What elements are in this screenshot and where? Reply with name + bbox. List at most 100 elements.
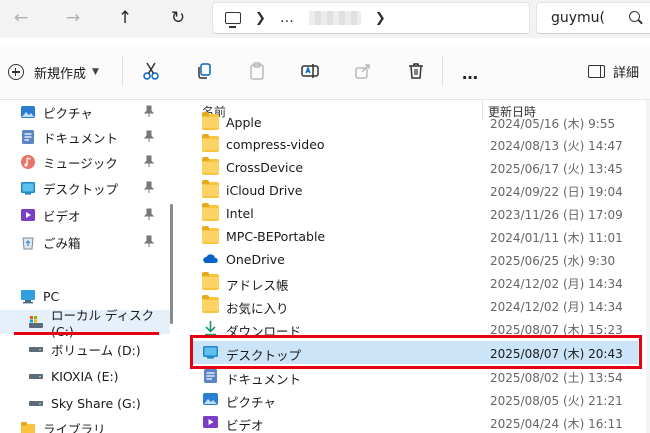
file-row-address-book[interactable]: アドレス帳 2024/12/02 (月) 14:34 [190, 271, 638, 294]
folder-icon [202, 157, 219, 175]
file-date: 2024/05/16 (木) 9:55 [490, 117, 616, 131]
sidebar-item-label: ミュージック [43, 155, 118, 171]
file-row-apple[interactable]: Apple 2024/05/16 (木) 9:55 [190, 111, 638, 134]
file-date: 2025/08/05 (火) 21:21 [490, 394, 623, 408]
copy-icon[interactable] [193, 60, 215, 82]
address-bar[interactable]: ❯ … ❯ [212, 2, 530, 34]
downloads-icon [205, 321, 216, 336]
music-icon [21, 155, 35, 169]
plus-circle-icon [8, 64, 24, 80]
file-row-crossdevice[interactable]: CrossDevice 2025/06/17 (火) 13:45 [190, 156, 638, 179]
folder-icon [202, 180, 219, 198]
up-arrow-icon[interactable]: ↑ [110, 4, 140, 32]
pc-icon [21, 290, 35, 304]
cut-icon[interactable] [140, 60, 162, 82]
chevron-right-icon[interactable]: ❯ [375, 11, 386, 26]
sidebar-item-music[interactable]: ミュージック [0, 150, 170, 174]
file-name: Apple [226, 115, 262, 130]
delete-icon[interactable] [405, 60, 427, 82]
file-name: compress-video [226, 137, 325, 152]
file-row-favorites[interactable]: お気に入り 2024/12/02 (月) 14:34 [190, 294, 638, 317]
more-options-icon[interactable]: … [462, 64, 479, 83]
back-arrow-icon[interactable]: ← [6, 4, 36, 32]
file-list-scrollbar[interactable] [646, 100, 650, 433]
file-row-compress-video[interactable]: compress-video 2024/08/13 (火) 14:47 [190, 133, 638, 156]
local-disk-icon [29, 316, 43, 328]
sidebar-item-label: KIOXIA (E:) [51, 368, 119, 384]
pin-icon[interactable] [144, 130, 154, 142]
redacted-breadcrumb [308, 11, 361, 25]
sidebar-item-recycle-bin[interactable]: ごみ箱 [0, 230, 170, 254]
file-name: MPC-BEPortable [226, 229, 326, 244]
search-box[interactable]: guymu( [536, 2, 650, 34]
drive-icon [29, 374, 43, 379]
pin-icon[interactable] [144, 155, 154, 167]
pin-icon[interactable] [144, 105, 154, 117]
search-input[interactable]: guymu( [551, 10, 605, 26]
sidebar-item-pictures[interactable]: ピクチャ [0, 100, 170, 124]
file-date: 2024/12/02 (月) 14:34 [490, 300, 623, 314]
forward-arrow-icon[interactable]: → [58, 4, 88, 32]
search-icon[interactable] [629, 11, 640, 22]
sidebar-item-documents[interactable]: ドキュメント [0, 125, 170, 149]
pin-icon[interactable] [144, 235, 154, 247]
details-pane-button[interactable]: 詳細 [588, 60, 639, 82]
file-date: 2024/12/02 (月) 14:34 [490, 277, 623, 291]
toolbar-divider [442, 56, 443, 86]
rename-icon[interactable] [299, 60, 321, 82]
drive-icon [29, 401, 43, 406]
share-icon[interactable] [352, 60, 374, 82]
sidebar-item-label: ボリューム (D:) [51, 342, 141, 358]
file-row-icloud-drive[interactable]: iCloud Drive 2024/09/22 (日) 19:04 [190, 179, 638, 202]
sidebar-item-local-disk-c[interactable]: ローカル ディスク (C:) [0, 308, 170, 339]
file-row-mpc-beportable[interactable]: MPC-BEPortable 2024/01/11 (木) 11:01 [190, 225, 638, 248]
pictures-icon [203, 393, 218, 405]
file-date: 2025/04/24 (木) 16:11 [490, 417, 623, 431]
file-row-pictures[interactable]: ピクチャ 2025/08/05 (火) 21:21 [190, 388, 638, 411]
toolbar-divider [122, 56, 123, 86]
sidebar-item-videos[interactable]: ビデオ [0, 203, 170, 227]
file-name: ピクチャ [226, 395, 276, 410]
documents-icon [204, 369, 217, 383]
folder-icon [202, 112, 219, 130]
paste-icon[interactable] [246, 60, 268, 82]
new-button[interactable]: 新規作成 ▼ [8, 60, 99, 84]
sidebar-item-kioxia-e[interactable]: KIOXIA (E:) [0, 364, 170, 388]
file-row-intel[interactable]: Intel 2023/11/26 (日) 17:09 [190, 202, 638, 225]
highlight-underline [14, 332, 159, 335]
desktop-icon [21, 182, 35, 195]
file-name: ビデオ [226, 418, 264, 433]
pin-icon[interactable] [144, 208, 154, 220]
breadcrumb-overflow[interactable]: … [280, 10, 295, 26]
navigation-pane: ピクチャ ドキュメント ミュージック デスクトップ ビデオ ごみ箱 PC ローカ… [0, 100, 178, 433]
file-date: 2024/01/11 (木) 11:01 [490, 231, 623, 245]
sidebar-item-library[interactable]: ライブラリ [0, 416, 170, 433]
folder-icon [202, 203, 219, 221]
pin-icon[interactable] [144, 181, 154, 193]
file-list: ⌃ 名前 更新日時 Apple 2024/05/16 (木) 9:55 comp… [178, 100, 650, 433]
file-row-onedrive[interactable]: OneDrive 2025/06/25 (水) 9:30 [190, 248, 638, 271]
sidebar-scrollbar[interactable] [170, 204, 173, 324]
file-date: 2024/08/13 (火) 14:47 [490, 139, 623, 153]
file-date: 2025/06/17 (火) 13:45 [490, 162, 623, 176]
onedrive-icon [203, 254, 218, 263]
sidebar-item-sky-share-g[interactable]: Sky Share (G:) [0, 391, 170, 415]
recycle-bin-icon [22, 237, 34, 250]
new-label: 新規作成 [34, 66, 87, 82]
file-name: OneDrive [226, 252, 285, 267]
sidebar-item-desktop[interactable]: デスクトップ [0, 176, 170, 200]
folder-icon [202, 272, 219, 290]
sidebar-item-volume-d[interactable]: ボリューム (D:) [0, 337, 170, 361]
refresh-icon[interactable]: ↻ [163, 4, 193, 32]
pictures-icon [21, 106, 35, 118]
sidebar-item-label: ビデオ [43, 208, 81, 224]
file-name: CrossDevice [226, 160, 304, 175]
file-row-videos[interactable]: ビデオ 2025/04/24 (木) 16:11 [190, 411, 638, 433]
file-name: ドキュメント [226, 372, 302, 387]
navigation-bar: ← → ↑ ↻ ❯ … ❯ guymu( [0, 0, 650, 38]
file-date: 2025/06/25 (水) 9:30 [490, 254, 616, 268]
documents-icon [22, 130, 34, 144]
sort-ascending-icon: ⌃ [334, 100, 342, 105]
chevron-right-icon[interactable]: ❯ [255, 11, 266, 26]
file-name: iCloud Drive [226, 183, 303, 198]
